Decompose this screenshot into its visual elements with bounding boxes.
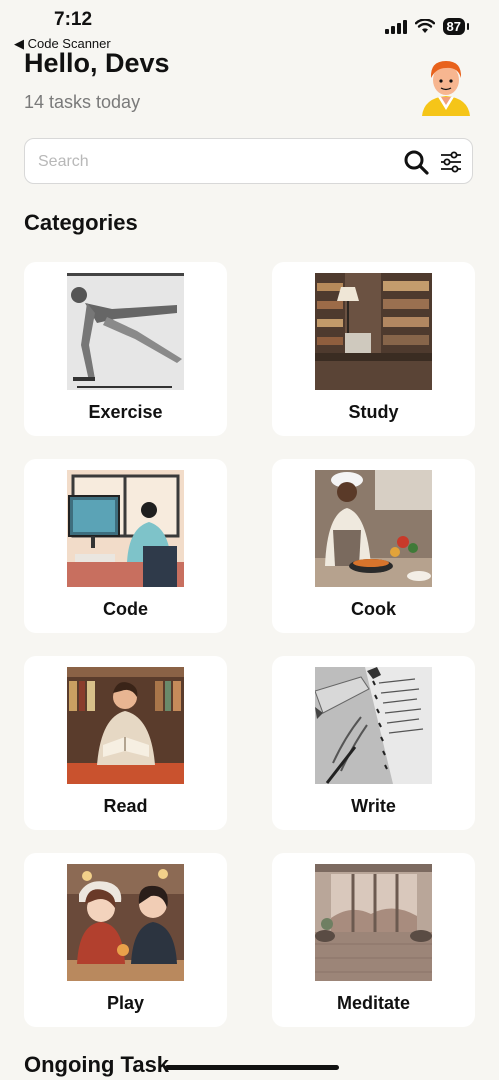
code-image (67, 470, 184, 587)
category-label: Study (348, 402, 399, 422)
status-bar: 7:12 ◀ Code Scanner 87 (0, 0, 499, 51)
category-card-exercise[interactable]: Exercise (24, 262, 227, 436)
category-label: Exercise (88, 402, 163, 422)
category-card-study[interactable]: Study (272, 262, 475, 436)
category-card-meditate[interactable]: Meditate (272, 853, 475, 1027)
play-image (67, 864, 184, 981)
ongoing-task-heading: Ongoing Task (24, 1052, 170, 1077)
home-indicator[interactable] (165, 1065, 339, 1070)
cook-image (315, 470, 432, 587)
category-card-write[interactable]: Write (272, 656, 475, 830)
category-label: Code (103, 599, 148, 619)
category-card-read[interactable]: Read (24, 656, 227, 830)
battery-icon: 87 (442, 18, 470, 35)
task-count-subtitle: 14 tasks today (24, 92, 141, 112)
sliders-icon[interactable] (439, 150, 463, 174)
status-icons: 87 (384, 18, 470, 35)
greeting-title: Hello, Devs (24, 48, 170, 78)
meditate-image (315, 864, 432, 981)
study-image (315, 273, 432, 390)
exercise-image (67, 273, 184, 390)
categories-heading: Categories (24, 210, 138, 235)
avatar[interactable] (420, 56, 472, 116)
search-bar (24, 138, 473, 184)
category-label: Write (351, 796, 396, 816)
category-label: Meditate (336, 993, 410, 1013)
status-time: 7:12 (54, 9, 93, 30)
wifi-icon (414, 19, 435, 33)
search-icon[interactable] (403, 149, 429, 175)
category-card-cook[interactable]: Cook (272, 459, 475, 633)
category-label: Cook (351, 599, 396, 619)
category-card-code[interactable]: Code (24, 459, 227, 633)
category-card-play[interactable]: Play (24, 853, 227, 1027)
cellular-signal-icon (384, 19, 407, 34)
read-image (67, 667, 184, 784)
write-image (315, 667, 432, 784)
search-input[interactable] (36, 148, 390, 176)
category-label: Read (103, 796, 148, 816)
category-label: Play (106, 993, 145, 1013)
